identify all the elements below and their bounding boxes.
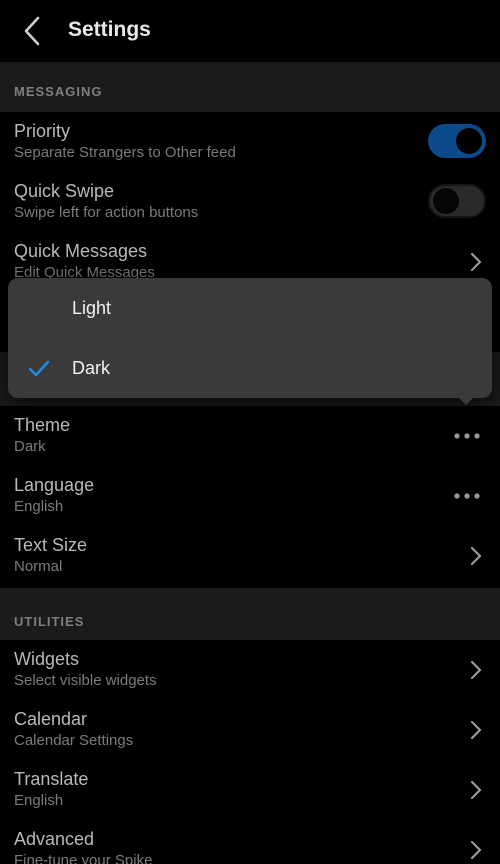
chevron-left-icon <box>24 16 40 46</box>
priority-toggle[interactable] <box>428 124 486 158</box>
setting-row-widgets[interactable]: Widgets Select visible widgets <box>0 640 500 700</box>
setting-row-calendar[interactable]: Calendar Calendar Settings <box>0 700 500 760</box>
toggle-knob <box>456 128 482 154</box>
row-title: Priority <box>14 121 71 141</box>
page-title: Settings <box>68 18 151 41</box>
section-label: MESSAGING <box>14 84 103 99</box>
row-title: Text Size <box>14 535 88 555</box>
header: Settings <box>0 0 500 62</box>
row-title: Advanced <box>14 829 95 849</box>
toggle-knob <box>433 188 459 214</box>
row-subtitle: Fine-tune your Spike <box>14 852 153 864</box>
row-title: Theme <box>14 415 71 435</box>
row-subtitle: Dark <box>14 438 46 455</box>
setting-row-priority[interactable]: Priority Separate Strangers to Other fee… <box>0 112 500 172</box>
setting-row-translate[interactable]: Translate English <box>0 760 500 820</box>
row-subtitle: Normal <box>14 558 63 575</box>
more-dots-icon[interactable] <box>454 433 480 439</box>
row-subtitle: English <box>14 498 64 515</box>
option-label: Light <box>72 298 112 318</box>
row-title: Widgets <box>14 649 80 669</box>
back-button[interactable] <box>18 14 46 48</box>
row-title: Translate <box>14 769 89 789</box>
setting-row-advanced[interactable]: Advanced Fine-tune your Spike <box>0 820 500 864</box>
row-subtitle: English <box>14 792 64 809</box>
row-subtitle: Swipe left for action buttons <box>14 204 199 221</box>
popup-pointer <box>458 397 474 405</box>
section-header-utilities: UTILITIES <box>0 588 500 640</box>
chevron-right-icon <box>470 660 482 680</box>
setting-row-text-size[interactable]: Text Size Normal <box>0 526 500 586</box>
chevron-right-icon <box>470 252 482 272</box>
row-title: Quick Messages <box>14 241 148 261</box>
checkmark-icon <box>28 360 50 377</box>
row-subtitle: Separate Strangers to Other feed <box>14 144 236 161</box>
setting-row-theme[interactable]: Theme Dark <box>0 406 500 466</box>
row-title: Language <box>14 475 95 495</box>
row-title: Quick Swipe <box>14 181 115 201</box>
quick-swipe-toggle[interactable] <box>428 184 486 218</box>
setting-row-language[interactable]: Language English <box>0 466 500 526</box>
row-title: Calendar <box>14 709 88 729</box>
theme-option-dark[interactable]: Dark <box>8 338 492 398</box>
section-label: UTILITIES <box>14 614 85 629</box>
theme-popup-menu: Light Dark <box>8 278 492 398</box>
setting-row-quick-swipe[interactable]: Quick Swipe Swipe left for action button… <box>0 172 500 232</box>
row-subtitle: Calendar Settings <box>14 732 134 749</box>
chevron-right-icon <box>470 840 482 860</box>
chevron-right-icon <box>470 546 482 566</box>
settings-screen: Settings MESSAGING Priority Separate Str… <box>0 0 500 864</box>
section-header-messaging: MESSAGING <box>0 62 500 112</box>
option-label: Dark <box>72 358 111 378</box>
more-dots-icon[interactable] <box>454 493 480 499</box>
chevron-right-icon <box>470 780 482 800</box>
chevron-right-icon <box>470 720 482 740</box>
row-subtitle: Select visible widgets <box>14 672 157 689</box>
theme-option-light[interactable]: Light <box>8 278 492 338</box>
